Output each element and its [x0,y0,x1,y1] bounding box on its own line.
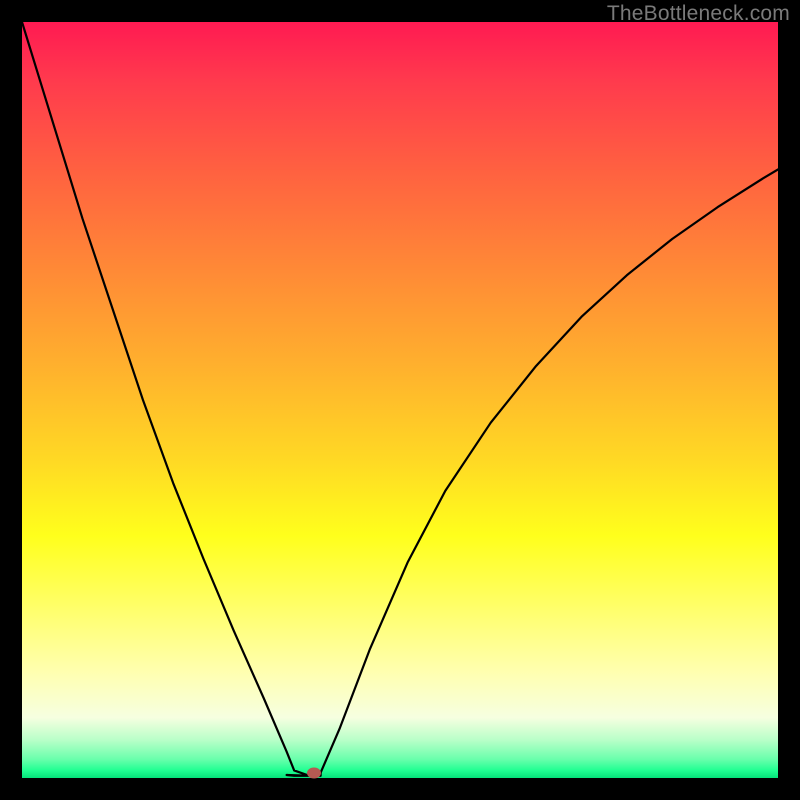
bottleneck-curve [22,22,778,778]
watermark-text: TheBottleneck.com [607,2,790,26]
optimum-marker [307,768,321,779]
plot-area [22,22,778,778]
chart-frame: TheBottleneck.com [0,0,800,800]
